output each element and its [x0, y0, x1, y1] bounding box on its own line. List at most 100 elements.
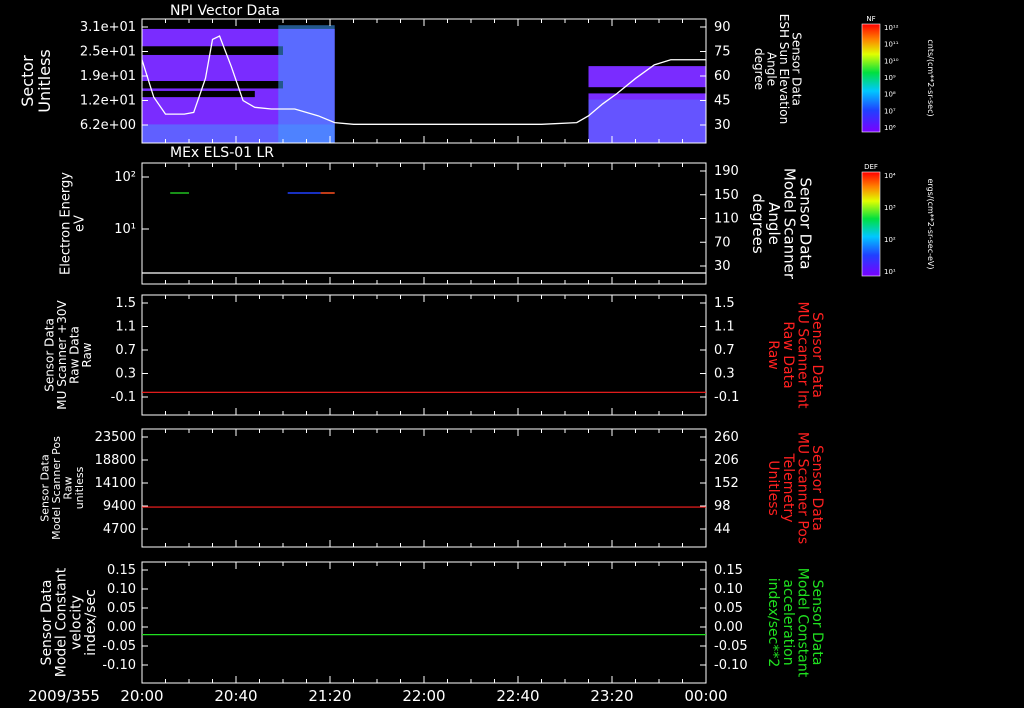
y-tick-label: 4700 [103, 522, 136, 537]
colorbar-tick-label: 10¹⁰ [884, 57, 899, 65]
left-axis-label-line: index/sec [83, 589, 99, 656]
y-tick-label: 23500 [95, 430, 136, 445]
y-tick-label: -0.05 [714, 639, 748, 654]
colorbar-unit-label: cnts/(cm**2-sr-sec) [926, 39, 935, 116]
left-axis-label: SectorUnitless [18, 49, 54, 113]
y-tick-label: 0.7 [714, 343, 735, 358]
y-tick-label: 75 [714, 45, 731, 60]
y-tick-label: -0.1 [714, 390, 739, 405]
spectrogram-gap [142, 46, 283, 55]
colorbar-tick-label: 10² [884, 236, 896, 244]
left-axis-label-line: Raw [80, 342, 94, 367]
right-axis-label-line: Unitless [765, 460, 781, 516]
y-tick-label: 190 [714, 164, 739, 179]
y-tick-label: 1.1 [115, 320, 136, 335]
multi-panel-plot: 3.1e+01 2.5e+01 1.9e+01 1.2e+01 6.2e+00 90 75 6… [0, 0, 1024, 708]
y-tick-label: 1.5 [115, 296, 136, 311]
colorbar-tick-label: 10⁷ [884, 107, 896, 115]
y-tick-label: 0.15 [107, 563, 136, 578]
time-tick-label: 22:00 [402, 687, 445, 705]
right-axis-label-line: Sensor Data [809, 580, 825, 666]
spectrogram-cyan [142, 124, 335, 143]
y-tick-label: 150 [714, 188, 739, 203]
right-axis-label-line: Sensor Data [809, 312, 825, 398]
right-axis-label-line: MU Scanner Int [794, 302, 810, 410]
y-tick-label: 110 [714, 212, 739, 227]
y-tick-label: -0.05 [102, 639, 136, 654]
right-axis-label-line: Sensor Data [809, 445, 825, 531]
y-tick-label: 30 [714, 118, 731, 133]
y-tick-label: 0.05 [714, 601, 743, 616]
panel-title: NPI Vector Data [170, 3, 280, 19]
right-axis-label-line: index/sec**2 [765, 578, 781, 668]
y-tick-label: 0.10 [714, 582, 743, 597]
spectrogram-gap [142, 81, 283, 89]
y-tick-label: 1.1 [714, 320, 735, 335]
right-axis-label: Sensor DataModel Constantaccelerationind… [765, 568, 825, 678]
y-tick-label: 9400 [103, 499, 136, 514]
spectrogram-gap [142, 90, 255, 98]
left-axis-label-line: velocity [68, 595, 84, 650]
colorbar-tick-label: 10¹ [884, 268, 896, 276]
time-tick-label: 20:00 [120, 687, 163, 705]
time-tick-label: 00:00 [684, 687, 727, 705]
y-tick-label: 45 [714, 94, 731, 109]
panel-title: MEx ELS-01 LR [170, 145, 274, 161]
y-tick-label: 44 [714, 522, 731, 537]
right-axis-label-line: Raw [765, 340, 781, 369]
right-axis-label-line: MU Scanner Pos [794, 432, 810, 544]
spectrogram-cyan [588, 99, 706, 143]
time-tick-label: 21:20 [308, 687, 351, 705]
left-axis-label-line: Model Constant [54, 567, 70, 677]
colorbar-tick-label: 10³ [884, 204, 896, 212]
right-axis-label-line: Model Constant [794, 568, 810, 678]
y-tick-label: 3.1e+01 [80, 20, 136, 35]
left-axis-label-line: Unitless [35, 49, 54, 113]
colorbar [861, 171, 881, 277]
y-tick-label: 10¹ [114, 222, 136, 237]
y-tick-label: 60 [714, 69, 731, 84]
colorbar-tick-label: 10¹² [884, 24, 899, 32]
colorbar-name: DEF [864, 163, 878, 171]
colorbar-tick-label: 10⁴ [884, 172, 896, 180]
y-tick-label: 1.5 [714, 296, 735, 311]
y-tick-label: 0.3 [714, 367, 735, 382]
left-axis-label-line: Sensor Data [39, 580, 55, 666]
y-tick-label: 0.15 [714, 563, 743, 578]
y-tick-label: 0.00 [107, 620, 136, 635]
y-tick-label: 1.2e+01 [80, 94, 136, 109]
time-tick-label: 20:40 [214, 687, 257, 705]
y-tick-label: 0.7 [115, 343, 136, 358]
y-tick-label: 0.10 [107, 582, 136, 597]
y-tick-label: 30 [714, 259, 731, 274]
right-axis-label-line: degree [752, 48, 766, 90]
left-axis-label-line: unitless [73, 466, 86, 509]
y-tick-label: 0.05 [107, 601, 136, 616]
y-tick-label: 1.9e+01 [80, 69, 136, 84]
colorbar-unit: ergs/(cm**2-sr-sec-eV) [926, 178, 935, 269]
colorbar-name: NF [866, 15, 875, 23]
y-tick-label: 152 [714, 476, 739, 491]
y-tick-label: 18800 [95, 453, 136, 468]
y-tick-label: 10² [114, 170, 136, 185]
colorbar-tick-label: 10⁶ [884, 124, 896, 132]
y-tick-label: 0.3 [115, 367, 136, 382]
right-axis-label-line: degrees [749, 193, 767, 254]
left-axis-label-line: eV [72, 215, 87, 232]
colorbar-tick-label: 10⁹ [884, 74, 896, 82]
right-axis-label-line: Telemetry [780, 452, 796, 522]
y-tick-label: 70 [714, 235, 731, 250]
y-tick-label: 2.5e+01 [80, 45, 136, 60]
colorbar-tick-label: 10¹¹ [884, 41, 899, 49]
y-tick-label: 260 [714, 430, 739, 445]
time-tick-label: 23:20 [590, 687, 633, 705]
right-axis-label-line: Raw Data [780, 321, 796, 388]
colorbar-unit-label: ergs/(cm**2-sr-sec-eV) [926, 178, 935, 269]
y-tick-label: -0.10 [714, 658, 748, 673]
y-tick-label: 98 [714, 499, 731, 514]
y-tick-label: 90 [714, 20, 731, 35]
colorbar-tick-label: 10⁸ [884, 91, 896, 99]
colorbar-unit: cnts/(cm**2-sr-sec) [926, 39, 935, 116]
y-tick-label: 6.2e+00 [80, 118, 136, 133]
y-tick-label: 0.00 [714, 620, 743, 635]
